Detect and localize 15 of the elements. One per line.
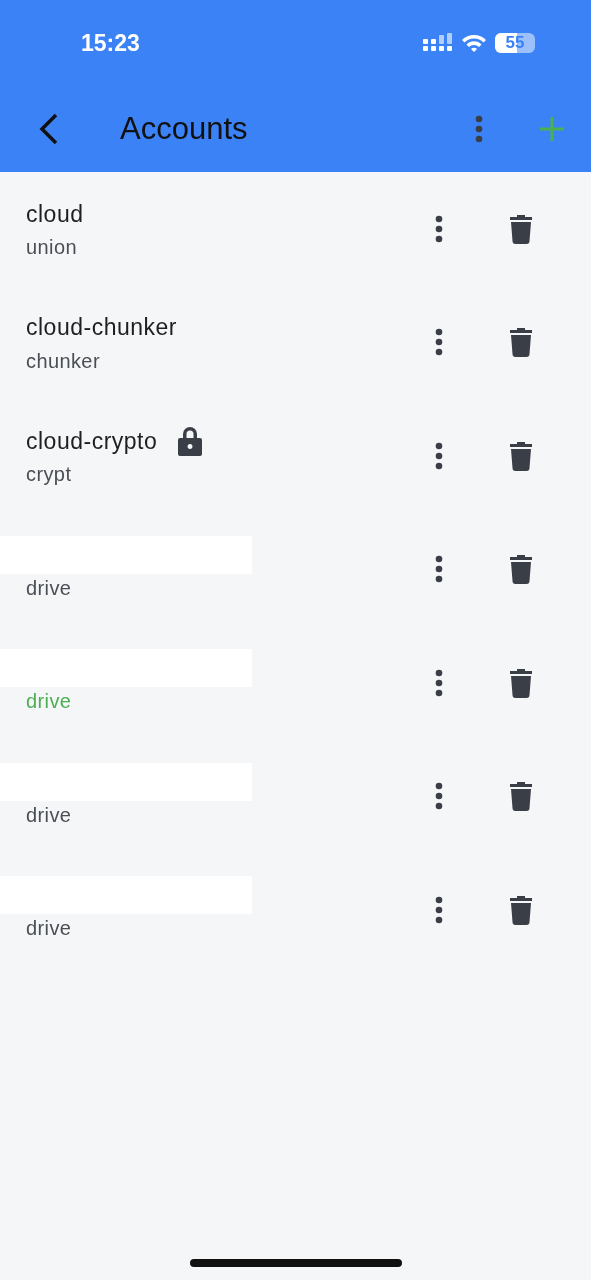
battery-icon: 55	[495, 33, 535, 53]
screen-title: Accounts	[120, 111, 249, 147]
time: 15:23	[81, 29, 141, 57]
account-type: drive	[26, 690, 73, 714]
signal-icon	[423, 33, 453, 53]
account-type: chunker	[26, 349, 101, 373]
account-type: union	[26, 236, 78, 260]
account-type: drive	[26, 917, 73, 941]
account-name: cloud	[26, 200, 84, 228]
account-type: drive	[26, 803, 73, 827]
wifi-icon	[461, 33, 487, 53]
account-type: crypt	[26, 463, 73, 487]
account-name: cloud-crypto	[26, 427, 158, 455]
account-name: cloud-chunker	[26, 314, 177, 342]
account-type: drive	[26, 576, 73, 600]
